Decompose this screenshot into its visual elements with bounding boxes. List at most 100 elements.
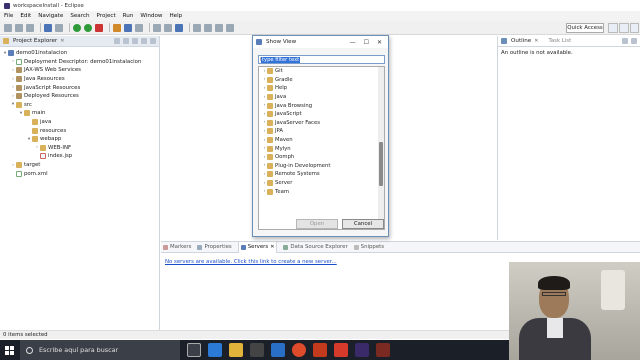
view-category-item[interactable]: › Plug-in Development	[259, 162, 384, 171]
tab-snippets[interactable]: Snippets	[353, 244, 384, 250]
tab-properties[interactable]: Properties	[197, 244, 232, 250]
cancel-button[interactable]: Cancel	[342, 219, 384, 229]
menu-help[interactable]: Help	[169, 13, 182, 19]
maximize-icon[interactable]	[631, 38, 637, 44]
menu-run[interactable]: Run	[123, 13, 134, 19]
menu-project[interactable]: Project	[97, 13, 116, 19]
file-explorer-icon[interactable]	[229, 343, 243, 357]
project-explorer-tab[interactable]: Project Explorer ✕	[0, 36, 159, 47]
open-button[interactable]: Open	[296, 219, 338, 229]
tree-item[interactable]: ▾ webapp	[0, 135, 159, 144]
close-icon[interactable]: ✕	[60, 38, 64, 44]
tree-item[interactable]: resources	[0, 126, 159, 135]
new-package-icon[interactable]	[124, 23, 132, 32]
server-icon[interactable]	[44, 23, 52, 32]
taskbar-search[interactable]: Escribe aquí para buscar	[20, 340, 180, 360]
tree-item[interactable]: › target	[0, 161, 159, 170]
annotation-next-icon[interactable]	[193, 23, 201, 32]
view-category-item[interactable]: › JPA	[259, 127, 384, 136]
open-type-icon[interactable]	[153, 23, 161, 32]
forward-icon[interactable]	[226, 23, 234, 32]
tree-item-label: src	[24, 101, 32, 108]
start-button[interactable]	[0, 340, 18, 360]
run-icon[interactable]	[84, 23, 92, 32]
tab-data-source-explorer[interactable]: Data Source Explorer	[283, 244, 348, 250]
scrollbar-thumb[interactable]	[379, 142, 383, 186]
view-category-item[interactable]: › Git	[259, 67, 384, 76]
tree-item[interactable]: ▾ main	[0, 109, 159, 118]
powerpoint-icon[interactable]	[313, 343, 327, 357]
view-category-item[interactable]: › JavaServer Faces	[259, 119, 384, 128]
collapse-all-icon[interactable]	[114, 38, 120, 44]
new-java-project-icon[interactable]	[113, 23, 121, 32]
menu-window[interactable]: Window	[140, 13, 162, 19]
new-icon[interactable]	[4, 23, 12, 32]
close-icon[interactable]: ✕	[534, 38, 538, 44]
java-perspective-icon[interactable]	[630, 23, 639, 33]
mail-icon[interactable]	[271, 343, 285, 357]
tree-item[interactable]: › WEB-INF	[0, 144, 159, 153]
view-category-item[interactable]: › Mylyn	[259, 144, 384, 153]
debug-icon[interactable]	[73, 23, 81, 32]
tab-task-list[interactable]: Task List	[548, 38, 571, 44]
task-view-icon[interactable]	[187, 343, 201, 357]
close-icon[interactable]: ✕	[377, 39, 382, 46]
view-category-item[interactable]: › Java	[259, 93, 384, 102]
search-icon[interactable]	[164, 23, 172, 32]
tree-item[interactable]: › JavaScript Resources	[0, 83, 159, 92]
view-category-item[interactable]: › Java Browsing	[259, 101, 384, 110]
app-icon[interactable]	[376, 343, 390, 357]
menu-navigate[interactable]: Navigate	[38, 13, 63, 19]
wizard-icon[interactable]	[55, 23, 63, 32]
edge-icon[interactable]	[208, 343, 222, 357]
maximize-icon[interactable]	[150, 38, 156, 44]
link-editor-icon[interactable]	[123, 38, 129, 44]
view-category-item[interactable]: › Maven	[259, 136, 384, 145]
menu-file[interactable]: File	[4, 13, 13, 19]
store-icon[interactable]	[250, 343, 264, 357]
external-tools-icon[interactable]	[95, 23, 103, 32]
new-class-icon[interactable]	[135, 23, 143, 32]
tree-item[interactable]: › Deployment Descriptor: demo01instalacio…	[0, 58, 159, 67]
view-category-item[interactable]: › Server	[259, 179, 384, 188]
java-ee-perspective-icon[interactable]	[619, 23, 629, 33]
tree-item[interactable]: › Deployed Resources	[0, 92, 159, 101]
view-category-item[interactable]: › Gradle	[259, 76, 384, 85]
tree-item[interactable]: java	[0, 118, 159, 127]
tree-item[interactable]: › Java Resources	[0, 75, 159, 84]
acrobat-icon[interactable]	[334, 343, 348, 357]
folder-icon	[267, 128, 273, 135]
annotation-prev-icon[interactable]	[204, 23, 212, 32]
tab-servers[interactable]: Servers ✕	[237, 241, 278, 253]
tree-item[interactable]: › JAX-WS Web Services	[0, 66, 159, 75]
minimize-icon[interactable]: —	[350, 39, 356, 46]
open-perspective-icon[interactable]	[608, 23, 618, 33]
quick-access-field[interactable]: Quick Access	[566, 23, 604, 33]
filter-field[interactable]: type filter text	[258, 55, 385, 64]
view-category-item[interactable]: › Team	[259, 187, 384, 196]
tree-item[interactable]: index.jsp	[0, 152, 159, 161]
save-all-icon[interactable]	[26, 23, 34, 32]
maximize-icon[interactable]: ☐	[364, 39, 369, 46]
view-category-item[interactable]: › Oomph	[259, 153, 384, 162]
minimize-icon[interactable]	[622, 38, 628, 44]
tree-item[interactable]: ▾ demo01instalacion	[0, 49, 159, 58]
eclipse-taskbar-icon[interactable]	[355, 343, 369, 357]
tab-markers[interactable]: Markers	[163, 244, 191, 250]
menu-edit[interactable]: Edit	[20, 13, 31, 19]
close-icon[interactable]: ✕	[270, 244, 274, 250]
back-icon[interactable]	[215, 23, 223, 32]
tree-item[interactable]: pom.xml	[0, 169, 159, 178]
scrollbar[interactable]	[378, 67, 384, 229]
save-icon[interactable]	[15, 23, 23, 32]
view-category-item[interactable]: › Help	[259, 84, 384, 93]
view-category-item[interactable]: › JavaScript	[259, 110, 384, 119]
view-menu-icon[interactable]	[132, 38, 138, 44]
view-category-item[interactable]: › Remote Systems	[259, 170, 384, 179]
globe-icon[interactable]	[175, 23, 183, 32]
tree-item[interactable]: ▾ src	[0, 101, 159, 110]
minimize-icon[interactable]	[141, 38, 147, 44]
menu-search[interactable]: Search	[70, 13, 89, 19]
tab-outline[interactable]: Outline	[511, 38, 531, 44]
chrome-icon[interactable]	[292, 343, 306, 357]
